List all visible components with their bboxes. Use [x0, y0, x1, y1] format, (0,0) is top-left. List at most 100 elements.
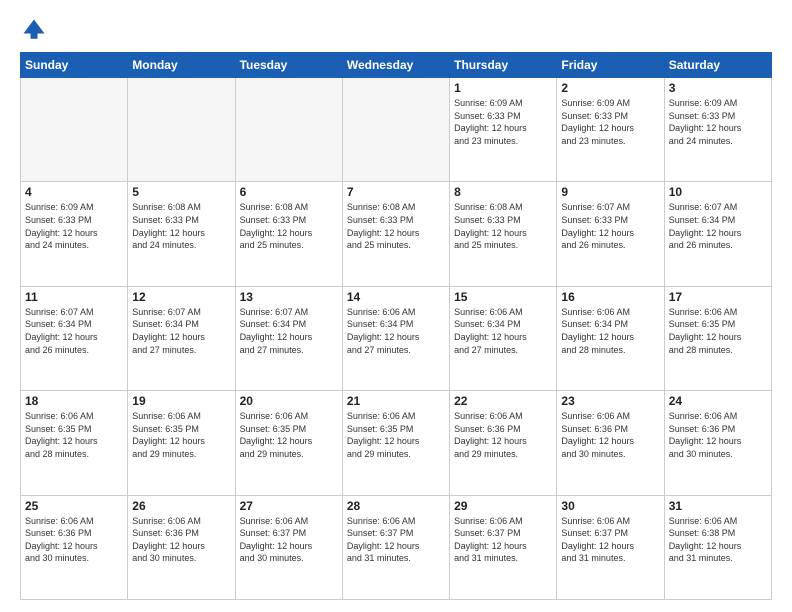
day-info: Sunrise: 6:06 AM Sunset: 6:37 PM Dayligh… — [240, 515, 338, 565]
day-header-monday: Monday — [128, 53, 235, 78]
day-info: Sunrise: 6:06 AM Sunset: 6:37 PM Dayligh… — [454, 515, 552, 565]
calendar-header: SundayMondayTuesdayWednesdayThursdayFrid… — [21, 53, 772, 78]
day-number: 24 — [669, 394, 767, 408]
calendar-cell: 30 Sunrise: 6:06 AM Sunset: 6:37 PM Dayli… — [557, 495, 664, 599]
day-info: Sunrise: 6:06 AM Sunset: 6:34 PM Dayligh… — [347, 306, 445, 356]
day-header-sunday: Sunday — [21, 53, 128, 78]
day-number: 26 — [132, 499, 230, 513]
day-number: 21 — [347, 394, 445, 408]
day-number: 17 — [669, 290, 767, 304]
page: SundayMondayTuesdayWednesdayThursdayFrid… — [0, 0, 792, 612]
calendar-week-1: 1 Sunrise: 6:09 AM Sunset: 6:33 PM Daylig… — [21, 78, 772, 182]
day-info: Sunrise: 6:06 AM Sunset: 6:35 PM Dayligh… — [669, 306, 767, 356]
day-info: Sunrise: 6:06 AM Sunset: 6:36 PM Dayligh… — [669, 410, 767, 460]
calendar-cell: 1 Sunrise: 6:09 AM Sunset: 6:33 PM Daylig… — [450, 78, 557, 182]
day-number: 8 — [454, 185, 552, 199]
day-info: Sunrise: 6:07 AM Sunset: 6:34 PM Dayligh… — [669, 201, 767, 251]
calendar-cell: 14 Sunrise: 6:06 AM Sunset: 6:34 PM Dayli… — [342, 286, 449, 390]
day-info: Sunrise: 6:06 AM Sunset: 6:37 PM Dayligh… — [347, 515, 445, 565]
calendar-cell: 9 Sunrise: 6:07 AM Sunset: 6:33 PM Daylig… — [557, 182, 664, 286]
calendar-cell: 16Sunrise: 6:06 AM Sunset: 6:34 PM Dayli… — [557, 286, 664, 390]
day-number: 25 — [25, 499, 123, 513]
calendar-cell — [235, 78, 342, 182]
day-info: Sunrise: 6:06 AM Sunset: 6:37 PM Dayligh… — [561, 515, 659, 565]
day-info: Sunrise: 6:07 AM Sunset: 6:33 PM Dayligh… — [561, 201, 659, 251]
calendar-cell: 31 Sunrise: 6:06 AM Sunset: 6:38 PM Dayli… — [664, 495, 771, 599]
calendar-cell: 19 Sunrise: 6:06 AM Sunset: 6:35 PM Dayli… — [128, 391, 235, 495]
calendar-cell: 22 Sunrise: 6:06 AM Sunset: 6:36 PM Dayli… — [450, 391, 557, 495]
calendar-cell — [21, 78, 128, 182]
day-info: Sunrise: 6:06 AM Sunset: 6:35 PM Dayligh… — [25, 410, 123, 460]
calendar-cell: 11 Sunrise: 6:07 AM Sunset: 6:34 PM Dayli… — [21, 286, 128, 390]
calendar-cell: 6Sunrise: 6:08 AM Sunset: 6:33 PM Daylig… — [235, 182, 342, 286]
calendar-cell: 25Sunrise: 6:06 AM Sunset: 6:36 PM Dayli… — [21, 495, 128, 599]
day-number: 19 — [132, 394, 230, 408]
calendar-cell: 2Sunrise: 6:09 AM Sunset: 6:33 PM Daylig… — [557, 78, 664, 182]
day-number: 3 — [669, 81, 767, 95]
calendar-cell: 28 Sunrise: 6:06 AM Sunset: 6:37 PM Dayli… — [342, 495, 449, 599]
day-info: Sunrise: 6:07 AM Sunset: 6:34 PM Dayligh… — [132, 306, 230, 356]
day-header-friday: Friday — [557, 53, 664, 78]
calendar-cell: 20Sunrise: 6:06 AM Sunset: 6:35 PM Dayli… — [235, 391, 342, 495]
day-info: Sunrise: 6:06 AM Sunset: 6:34 PM Dayligh… — [561, 306, 659, 356]
calendar-cell — [128, 78, 235, 182]
calendar-week-4: 18Sunrise: 6:06 AM Sunset: 6:35 PM Dayli… — [21, 391, 772, 495]
day-header-tuesday: Tuesday — [235, 53, 342, 78]
day-info: Sunrise: 6:09 AM Sunset: 6:33 PM Dayligh… — [25, 201, 123, 251]
calendar-cell: 5 Sunrise: 6:08 AM Sunset: 6:33 PM Daylig… — [128, 182, 235, 286]
calendar-cell: 7 Sunrise: 6:08 AM Sunset: 6:33 PM Daylig… — [342, 182, 449, 286]
calendar-cell: 15 Sunrise: 6:06 AM Sunset: 6:34 PM Dayli… — [450, 286, 557, 390]
day-number: 7 — [347, 185, 445, 199]
logo — [20, 16, 52, 44]
day-number: 5 — [132, 185, 230, 199]
day-info: Sunrise: 6:06 AM Sunset: 6:36 PM Dayligh… — [454, 410, 552, 460]
day-info: Sunrise: 6:06 AM Sunset: 6:34 PM Dayligh… — [454, 306, 552, 356]
day-number: 1 — [454, 81, 552, 95]
calendar-cell: 4 Sunrise: 6:09 AM Sunset: 6:33 PM Daylig… — [21, 182, 128, 286]
calendar-cell: 13Sunrise: 6:07 AM Sunset: 6:34 PM Dayli… — [235, 286, 342, 390]
day-info: Sunrise: 6:09 AM Sunset: 6:33 PM Dayligh… — [454, 97, 552, 147]
day-info: Sunrise: 6:08 AM Sunset: 6:33 PM Dayligh… — [132, 201, 230, 251]
day-number: 9 — [561, 185, 659, 199]
day-number: 31 — [669, 499, 767, 513]
calendar-cell: 23 Sunrise: 6:06 AM Sunset: 6:36 PM Dayli… — [557, 391, 664, 495]
day-number: 23 — [561, 394, 659, 408]
day-number: 6 — [240, 185, 338, 199]
calendar-cell: 27 Sunrise: 6:06 AM Sunset: 6:37 PM Dayli… — [235, 495, 342, 599]
day-number: 22 — [454, 394, 552, 408]
day-number: 10 — [669, 185, 767, 199]
day-info: Sunrise: 6:07 AM Sunset: 6:34 PM Dayligh… — [25, 306, 123, 356]
day-info: Sunrise: 6:09 AM Sunset: 6:33 PM Dayligh… — [669, 97, 767, 147]
day-info: Sunrise: 6:06 AM Sunset: 6:35 PM Dayligh… — [347, 410, 445, 460]
day-number: 12 — [132, 290, 230, 304]
day-info: Sunrise: 6:06 AM Sunset: 6:36 PM Dayligh… — [561, 410, 659, 460]
day-header-saturday: Saturday — [664, 53, 771, 78]
calendar-cell: 18Sunrise: 6:06 AM Sunset: 6:35 PM Dayli… — [21, 391, 128, 495]
calendar-cell: 3 Sunrise: 6:09 AM Sunset: 6:33 PM Daylig… — [664, 78, 771, 182]
calendar-week-2: 4 Sunrise: 6:09 AM Sunset: 6:33 PM Daylig… — [21, 182, 772, 286]
day-info: Sunrise: 6:06 AM Sunset: 6:35 PM Dayligh… — [132, 410, 230, 460]
day-number: 15 — [454, 290, 552, 304]
day-number: 28 — [347, 499, 445, 513]
calendar-cell — [342, 78, 449, 182]
day-number: 30 — [561, 499, 659, 513]
calendar-cell: 17 Sunrise: 6:06 AM Sunset: 6:35 PM Dayli… — [664, 286, 771, 390]
calendar-cell: 12 Sunrise: 6:07 AM Sunset: 6:34 PM Dayli… — [128, 286, 235, 390]
day-header-thursday: Thursday — [450, 53, 557, 78]
day-info: Sunrise: 6:06 AM Sunset: 6:38 PM Dayligh… — [669, 515, 767, 565]
calendar-week-5: 25Sunrise: 6:06 AM Sunset: 6:36 PM Dayli… — [21, 495, 772, 599]
day-info: Sunrise: 6:06 AM Sunset: 6:35 PM Dayligh… — [240, 410, 338, 460]
day-number: 13 — [240, 290, 338, 304]
day-number: 29 — [454, 499, 552, 513]
day-number: 27 — [240, 499, 338, 513]
day-number: 14 — [347, 290, 445, 304]
day-info: Sunrise: 6:08 AM Sunset: 6:33 PM Dayligh… — [454, 201, 552, 251]
calendar-cell: 24 Sunrise: 6:06 AM Sunset: 6:36 PM Dayli… — [664, 391, 771, 495]
days-header-row: SundayMondayTuesdayWednesdayThursdayFrid… — [21, 53, 772, 78]
calendar-cell: 8 Sunrise: 6:08 AM Sunset: 6:33 PM Daylig… — [450, 182, 557, 286]
day-number: 4 — [25, 185, 123, 199]
day-number: 11 — [25, 290, 123, 304]
day-info: Sunrise: 6:08 AM Sunset: 6:33 PM Dayligh… — [347, 201, 445, 251]
calendar-cell: 29 Sunrise: 6:06 AM Sunset: 6:37 PM Dayli… — [450, 495, 557, 599]
day-number: 2 — [561, 81, 659, 95]
